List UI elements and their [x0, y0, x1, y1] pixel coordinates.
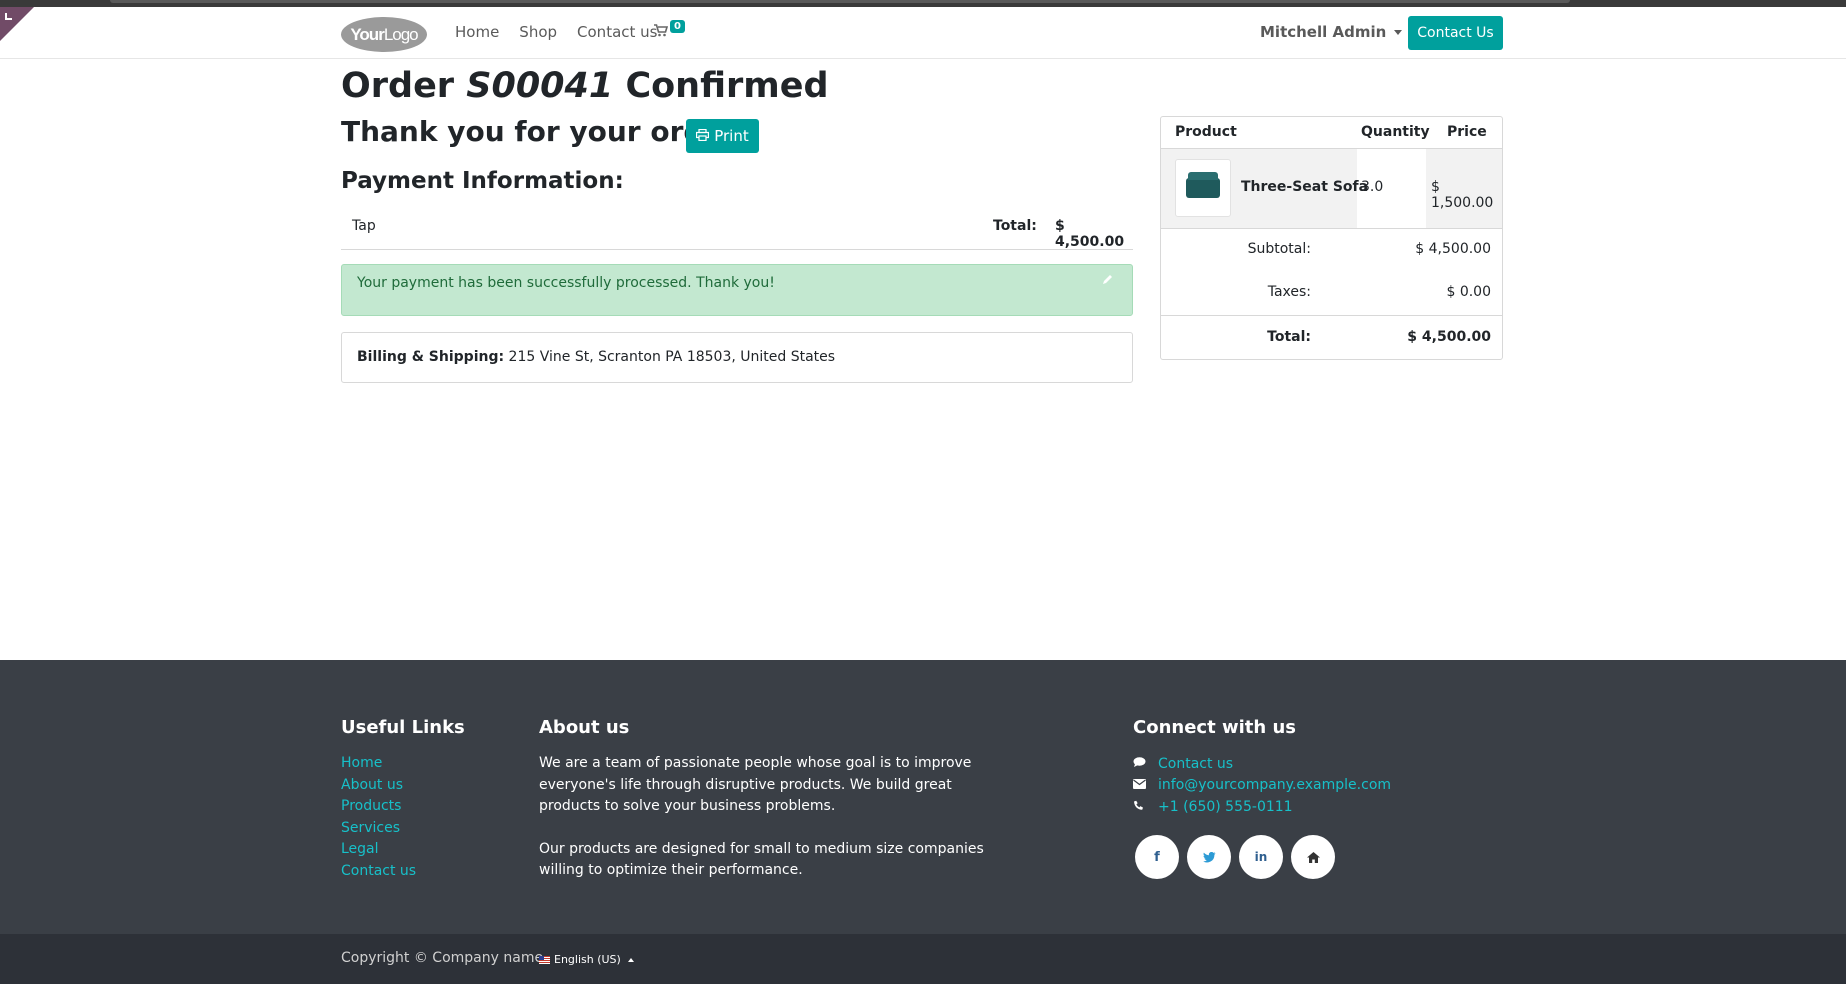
footer-link-legal[interactable]: Legal: [341, 839, 416, 861]
product-image[interactable]: [1175, 159, 1231, 217]
footer-link-products[interactable]: Products: [341, 796, 416, 818]
about-paragraph-2: Our products are designed for small to m…: [539, 840, 984, 879]
site-logo[interactable]: Your Logo: [341, 17, 427, 52]
browser-top-strip-inner: [110, 0, 1570, 3]
summary-total-label: Total:: [1267, 329, 1311, 345]
connect-list: Contact us info@yourcompany.example.com …: [1133, 753, 1391, 818]
home-icon[interactable]: [1291, 835, 1335, 879]
nav-home[interactable]: Home: [455, 23, 499, 41]
billing-text: Billing & Shipping: 215 Vine St, Scranto…: [357, 349, 835, 365]
payment-row: Tap Total: $ 4,500.00: [341, 207, 1133, 250]
success-message: Your payment has been successfully proce…: [357, 275, 775, 291]
payment-method: Tap: [352, 218, 376, 234]
product-name: Three-Seat Sofa: [1241, 179, 1369, 195]
table-row: Three-Seat Sofa 3.0 $ 1,500.00: [1161, 149, 1502, 228]
sofa-image: [1186, 172, 1220, 198]
footer-link-services[interactable]: Services: [341, 818, 416, 840]
envelope-icon: [1133, 778, 1158, 792]
contact-us-button[interactable]: Contact Us: [1408, 16, 1503, 50]
comment-icon: [1133, 757, 1158, 771]
subtotal-label: Subtotal:: [1247, 241, 1311, 257]
billing-shipping-box: Billing & Shipping: 215 Vine St, Scranto…: [341, 332, 1133, 383]
divider: [1161, 228, 1502, 229]
order-prefix: Order: [341, 66, 455, 106]
copyright-bar: Copyright © Company name English (US): [0, 934, 1846, 984]
language-label: English (US): [554, 953, 621, 966]
social-links: f in: [1135, 835, 1335, 879]
payment-total-label: Total:: [993, 218, 1037, 234]
site-header: Your Logo Home Shop Contact us 0 Mitchell…: [0, 7, 1846, 59]
order-status: Confirmed: [625, 66, 829, 106]
thank-you-heading: Thank you for your order.: [341, 115, 743, 148]
connect-contact-link[interactable]: Contact us: [1158, 756, 1233, 772]
phone-icon: [1133, 800, 1158, 814]
payment-heading: Payment Information:: [341, 168, 624, 194]
main-nav: Home Shop Contact us: [455, 23, 677, 41]
payment-success-alert: Your payment has been successfully proce…: [341, 264, 1133, 316]
facebook-icon[interactable]: f: [1135, 835, 1179, 879]
useful-links-title: Useful Links: [341, 717, 465, 738]
about-text: We are a team of passionate people whose…: [539, 753, 1009, 882]
useful-links-list: Home About us Products Services Legal Co…: [341, 753, 416, 883]
chevron-down-icon: [1394, 30, 1403, 35]
connect-phone-row: +1 (650) 555-0111: [1133, 796, 1391, 818]
product-quantity: 3.0: [1361, 179, 1384, 195]
about-title: About us: [539, 717, 630, 738]
nav-shop[interactable]: Shop: [519, 23, 557, 41]
pencil-icon[interactable]: [1102, 274, 1113, 288]
billing-label: Billing & Shipping:: [357, 349, 505, 365]
print-label: Print: [714, 127, 749, 145]
about-paragraph-1: We are a team of passionate people whose…: [539, 755, 972, 815]
site-footer: Useful Links Home About us Products Serv…: [0, 660, 1846, 934]
user-name: Mitchell Admin: [1260, 23, 1387, 41]
order-summary-table: Product Quantity Price Three-Seat Sofa 3…: [1160, 116, 1503, 360]
connect-email-link[interactable]: info@yourcompany.example.com: [1158, 777, 1391, 793]
nav-contact-us[interactable]: Contact us: [577, 23, 657, 41]
copyright-text: Copyright © Company name: [341, 950, 544, 966]
summary-total-value: $ 4,500.00: [1407, 329, 1491, 345]
col-header-quantity: Quantity: [1361, 124, 1430, 140]
taxes-label: Taxes:: [1267, 284, 1311, 300]
cart-count-badge: 0: [670, 20, 685, 33]
print-icon: [696, 127, 710, 145]
connect-email-row: info@yourcompany.example.com: [1133, 775, 1391, 797]
us-flag-icon: [539, 955, 550, 964]
user-menu[interactable]: Mitchell Admin: [1260, 23, 1403, 41]
col-header-product: Product: [1175, 124, 1237, 140]
order-number: S00041: [466, 66, 614, 106]
cart-icon[interactable]: [654, 23, 669, 41]
corner-icon: [5, 13, 12, 20]
taxes-value: $ 0.00: [1446, 284, 1491, 300]
divider: [1161, 315, 1502, 316]
connect-title: Connect with us: [1133, 717, 1296, 738]
chevron-up-icon: [627, 957, 634, 962]
subtotal-value: $ 4,500.00: [1415, 241, 1491, 257]
language-selector[interactable]: English (US): [539, 953, 634, 966]
footer-link-home[interactable]: Home: [341, 753, 416, 775]
product-price: $ 1,500.00: [1431, 179, 1494, 211]
billing-address: 215 Vine St, Scranton PA 18503, United S…: [508, 349, 836, 365]
page-title: Order S00041 Confirmed: [341, 66, 829, 106]
footer-link-contact-us[interactable]: Contact us: [341, 861, 416, 883]
connect-phone-link[interactable]: +1 (650) 555-0111: [1158, 799, 1293, 815]
logo-bold-text: Your: [350, 24, 384, 44]
linkedin-icon[interactable]: in: [1239, 835, 1283, 879]
print-button[interactable]: Print: [686, 119, 759, 153]
twitter-icon[interactable]: [1187, 835, 1231, 879]
payment-total-value: $ 4,500.00: [1055, 218, 1125, 250]
browser-top-strip: [0, 0, 1846, 7]
footer-link-about-us[interactable]: About us: [341, 775, 416, 797]
logo-thin-text: Logo: [383, 24, 419, 44]
col-header-price: Price: [1447, 124, 1487, 140]
connect-contact-row: Contact us: [1133, 753, 1391, 775]
